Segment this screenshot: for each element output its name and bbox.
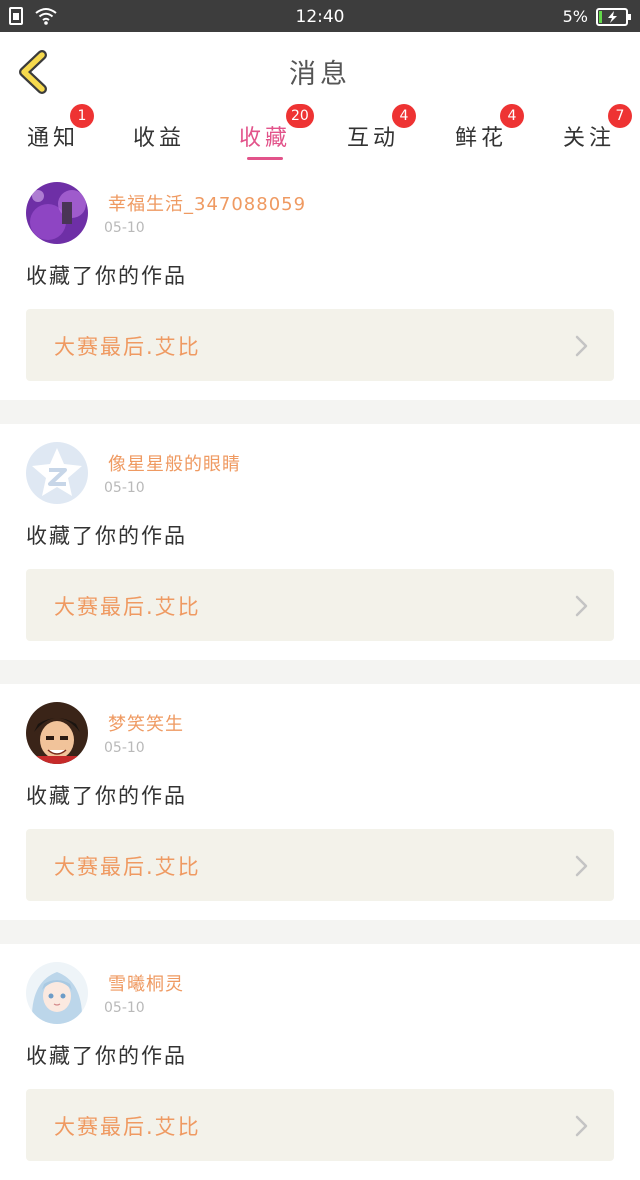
message-item: 像星星般的眼睛 05-10 收藏了你的作品 大赛最后.艾比 <box>0 424 640 660</box>
message-item: 幸福生活_347088059 05-10 收藏了你的作品 大赛最后.艾比 <box>0 164 640 400</box>
default-qq-avatar <box>26 442 88 504</box>
tab-label: 收益 <box>132 126 185 151</box>
tab-flowers[interactable]: 鲜花 4 <box>438 104 524 164</box>
message-date: 05-10 <box>104 220 145 236</box>
status-icons-right: 5% <box>563 7 632 26</box>
page-title: 消息 <box>289 59 351 90</box>
chevron-right-icon <box>575 335 588 357</box>
chevron-right-icon <box>575 1115 588 1137</box>
message-item: 雪曦桐灵 05-10 收藏了你的作品 大赛最后.艾比 <box>0 944 640 1180</box>
status-time: 12:40 <box>295 7 345 27</box>
chevron-right-icon <box>575 595 588 617</box>
message-action-text: 收藏了你的作品 <box>26 1044 187 1068</box>
username[interactable]: 雪曦桐灵 <box>108 970 184 996</box>
work-title: 大赛最后.艾比 <box>54 335 201 359</box>
message-action-text: 收藏了你的作品 <box>26 264 187 288</box>
tab-bar: 通知 1 收益 收藏 20 互动 4 鲜花 4 关注 7 <box>0 104 640 164</box>
header-bar: 消息 <box>0 32 640 109</box>
user-avatar[interactable] <box>26 702 88 764</box>
user-avatar[interactable] <box>26 442 88 504</box>
work-link-card[interactable]: 大赛最后.艾比 <box>26 569 614 641</box>
tab-interactions[interactable]: 互动 4 <box>330 104 416 164</box>
message-list: 幸福生活_347088059 05-10 收藏了你的作品 大赛最后.艾比 像星星… <box>0 164 640 1180</box>
battery-percent: 5% <box>562 7 588 26</box>
tab-earnings[interactable]: 收益 <box>116 108 202 164</box>
tab-badge: 4 <box>500 104 524 128</box>
user-avatar[interactable] <box>26 962 88 1024</box>
chevron-right-icon <box>575 855 588 877</box>
work-title: 大赛最后.艾比 <box>54 595 201 619</box>
work-title: 大赛最后.艾比 <box>54 855 201 879</box>
username[interactable]: 像星星般的眼睛 <box>108 450 241 476</box>
divider <box>0 400 640 424</box>
tab-badge: 4 <box>392 104 416 128</box>
active-tab-indicator <box>247 157 283 160</box>
work-link-card[interactable]: 大赛最后.艾比 <box>26 829 614 901</box>
username[interactable]: 梦笑笑生 <box>108 710 184 736</box>
message-date: 05-10 <box>104 740 145 756</box>
tab-notifications[interactable]: 通知 1 <box>10 104 96 164</box>
user-avatar[interactable] <box>26 182 88 244</box>
work-link-card[interactable]: 大赛最后.艾比 <box>26 309 614 381</box>
work-link-card[interactable]: 大赛最后.艾比 <box>26 1089 614 1161</box>
message-action-text: 收藏了你的作品 <box>26 524 187 548</box>
message-item: 梦笑笑生 05-10 收藏了你的作品 大赛最后.艾比 <box>0 684 640 920</box>
anime-girl-avatar <box>26 962 88 1024</box>
tab-badge: 20 <box>286 104 314 128</box>
message-date: 05-10 <box>104 480 145 496</box>
divider <box>0 660 640 684</box>
message-date: 05-10 <box>104 1000 145 1016</box>
battery-charging-icon <box>596 7 631 26</box>
tab-follows[interactable]: 关注 7 <box>546 104 632 164</box>
divider <box>0 920 640 944</box>
status-bar: 12:40 5% <box>0 0 640 32</box>
tab-favorites[interactable]: 收藏 20 <box>222 104 314 164</box>
purple-photo-avatar <box>26 182 88 244</box>
tab-badge: 7 <box>608 104 632 128</box>
work-title: 大赛最后.艾比 <box>54 1115 201 1139</box>
message-action-text: 收藏了你的作品 <box>26 784 187 808</box>
username[interactable]: 幸福生活_347088059 <box>108 190 306 216</box>
tab-badge: 1 <box>70 104 94 128</box>
anime-pirate-avatar <box>26 702 88 764</box>
